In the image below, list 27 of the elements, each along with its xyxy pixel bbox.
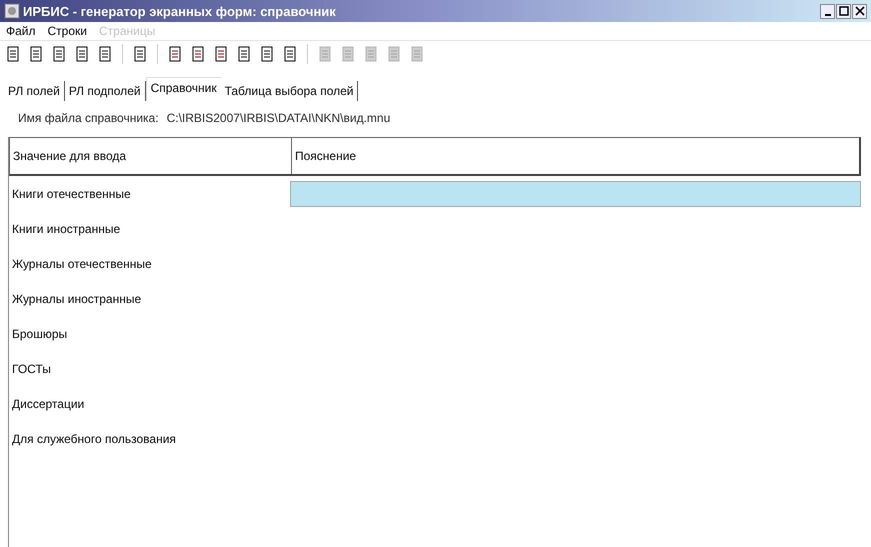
table-cell-text: Журналы иностранные [11,292,142,306]
tab[interactable]: Справочник [146,77,221,101]
file-path: C:\IRBIS2007\IRBIS\DATAI\NKN\вид.mnu [166,111,390,125]
tab[interactable]: Таблица выбора полей [220,81,358,101]
app-icon [4,3,20,19]
tab[interactable]: РЛ полей [4,81,65,101]
file-label: Имя файла справочника: [18,111,159,125]
table-cell-text: Книги отечественные [11,186,132,200]
table-cell-text: Диссертации [11,396,86,410]
table-cell-text: Для служебного пользования [11,432,177,446]
close-button[interactable] [852,4,867,18]
table-cell-text: Журналы отечественные [11,256,153,270]
tab[interactable]: РЛ подполей [64,81,146,101]
minimize-icon [824,14,830,16]
column-header: Значение для ввода [10,138,292,174]
menu-item[interactable]: Строки [48,24,87,38]
maximize-icon [838,6,848,16]
minimize-button[interactable] [820,4,835,18]
window-title: ИРБИС - генератор экранных форм: справочник [23,4,336,18]
input-field[interactable] [290,180,861,206]
column-header: Пояснение [294,148,358,165]
menu-item[interactable]: Файл [6,24,36,38]
table-cell-text: Книги иностранные [11,222,122,236]
maximize-button[interactable] [836,4,851,18]
table-cell-text: ГОСТы [11,362,52,376]
table-cell-text: Брошюры [11,326,68,340]
close-icon [854,6,864,16]
